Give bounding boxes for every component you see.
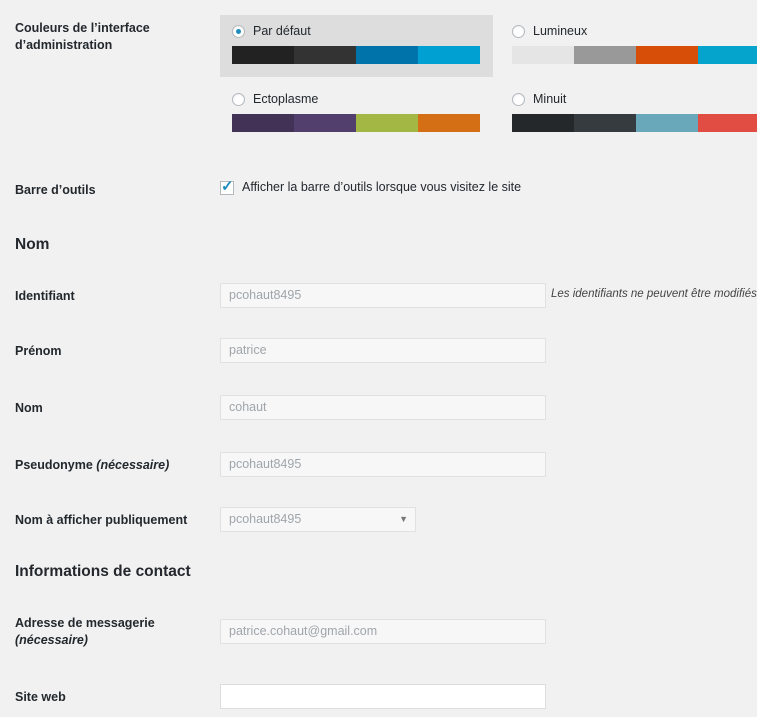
firstname-input[interactable]: patrice [220, 338, 546, 363]
chevron-down-icon: ▼ [399, 514, 408, 524]
swatch [636, 46, 698, 64]
swatch [232, 114, 294, 132]
radio-light[interactable] [512, 24, 525, 38]
color-scheme-midnight[interactable]: Minuit [500, 83, 757, 145]
checkmark-icon: ✓ [221, 178, 234, 195]
swatch [232, 46, 294, 64]
swatches-light [512, 46, 757, 64]
display-name-value: pcohaut8495 [229, 512, 302, 526]
color-scheme-ectoplasm[interactable]: Ectoplasme [220, 83, 493, 145]
name-section-title: Nom [15, 236, 50, 253]
radio-ectoplasm[interactable] [232, 92, 245, 106]
firstname-label: Prénom [15, 344, 62, 358]
admin-colors-label-line1: Couleurs de l’interface [15, 21, 150, 35]
swatch [418, 46, 480, 64]
swatch [636, 114, 698, 132]
lastname-label: Nom [15, 401, 43, 415]
nickname-input[interactable]: pcohaut8495 [220, 452, 546, 477]
contact-section-title: Informations de contact [15, 563, 191, 580]
scheme-name-light: Lumineux [533, 24, 588, 38]
swatches-default [232, 46, 480, 64]
email-input[interactable]: patrice.cohaut@gmail.com [220, 619, 546, 644]
swatch [574, 114, 636, 132]
admin-colors-label: Couleurs de l’interface d’administration [15, 20, 150, 54]
email-label-text: Adresse de messagerie [15, 616, 155, 630]
color-scheme-default[interactable]: Par défaut [220, 15, 493, 77]
swatch [356, 114, 418, 132]
nickname-label-text: Pseudonyme [15, 458, 93, 472]
swatch [512, 114, 574, 132]
username-note: Les identifiants ne peuvent être modifié… [551, 288, 757, 300]
toolbar-checkbox-label[interactable]: Afficher la barre d’outils lorsque vous … [242, 180, 521, 194]
website-label: Site web [15, 690, 66, 704]
lastname-input[interactable]: cohaut [220, 395, 546, 420]
website-input[interactable] [220, 684, 546, 709]
swatch [356, 46, 418, 64]
toolbar-label: Barre d’outils [15, 183, 96, 197]
swatch [294, 114, 356, 132]
swatch [698, 46, 757, 64]
swatch [698, 114, 757, 132]
scheme-name-midnight: Minuit [533, 92, 567, 106]
swatches-midnight [512, 114, 757, 132]
radio-midnight[interactable] [512, 92, 525, 106]
email-required: (nécessaire) [15, 633, 88, 647]
username-label: Identifiant [15, 289, 75, 303]
display-name-label: Nom à afficher publiquement [15, 513, 188, 527]
radio-default[interactable] [232, 24, 245, 38]
nickname-required: (nécessaire) [96, 458, 170, 472]
swatch [512, 46, 574, 64]
swatch [418, 114, 480, 132]
email-label: Adresse de messagerie (nécessaire) [15, 615, 155, 649]
toolbar-checkbox[interactable]: ✓ [220, 178, 234, 195]
username-input[interactable]: pcohaut8495 [220, 283, 546, 308]
swatches-ectoplasm [232, 114, 480, 132]
display-name-select[interactable]: pcohaut8495 ▼ [220, 507, 416, 532]
scheme-name-ectoplasm: Ectoplasme [253, 92, 319, 106]
scheme-name-default: Par défaut [253, 24, 311, 38]
swatch [294, 46, 356, 64]
color-scheme-light[interactable]: Lumineux [500, 15, 757, 77]
swatch [574, 46, 636, 64]
nickname-label: Pseudonyme (nécessaire) [15, 457, 169, 474]
admin-colors-label-line2: d’administration [15, 38, 113, 52]
